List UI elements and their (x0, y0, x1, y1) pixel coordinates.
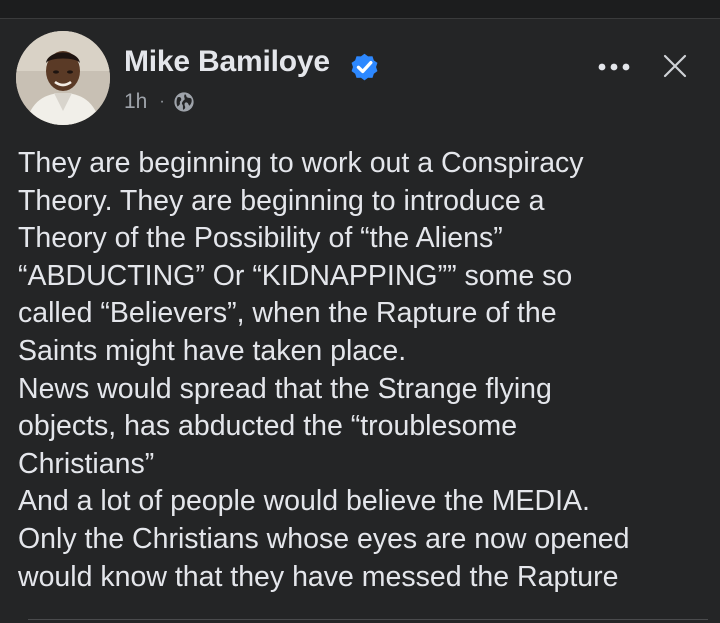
avatar-photo (16, 31, 110, 125)
post-divider (28, 619, 708, 620)
post-time[interactable]: 1h (124, 90, 147, 114)
post-paragraph: Only the Christians whose eyes are now o… (18, 522, 630, 593)
post-paragraph: News would spread that the Strange flyin… (18, 372, 552, 480)
close-icon[interactable] (660, 51, 690, 81)
author-name[interactable]: Mike Bamiloye (124, 45, 330, 79)
more-options-icon[interactable] (592, 53, 636, 81)
post-card: Mike Bamiloye 1h · They are beginning to… (0, 19, 720, 623)
globe-icon[interactable] (173, 91, 195, 113)
post-meta: 1h · (124, 89, 195, 115)
avatar[interactable] (16, 31, 110, 125)
verified-badge-icon (351, 53, 378, 81)
window-top-strip (0, 0, 720, 19)
post-text: They are beginning to work out a Conspir… (18, 145, 708, 596)
meta-separator: · (159, 93, 165, 110)
post-paragraph: They are beginning to work out a Conspir… (18, 147, 584, 367)
post-paragraph: And a lot of people would believe the ME… (18, 485, 590, 518)
